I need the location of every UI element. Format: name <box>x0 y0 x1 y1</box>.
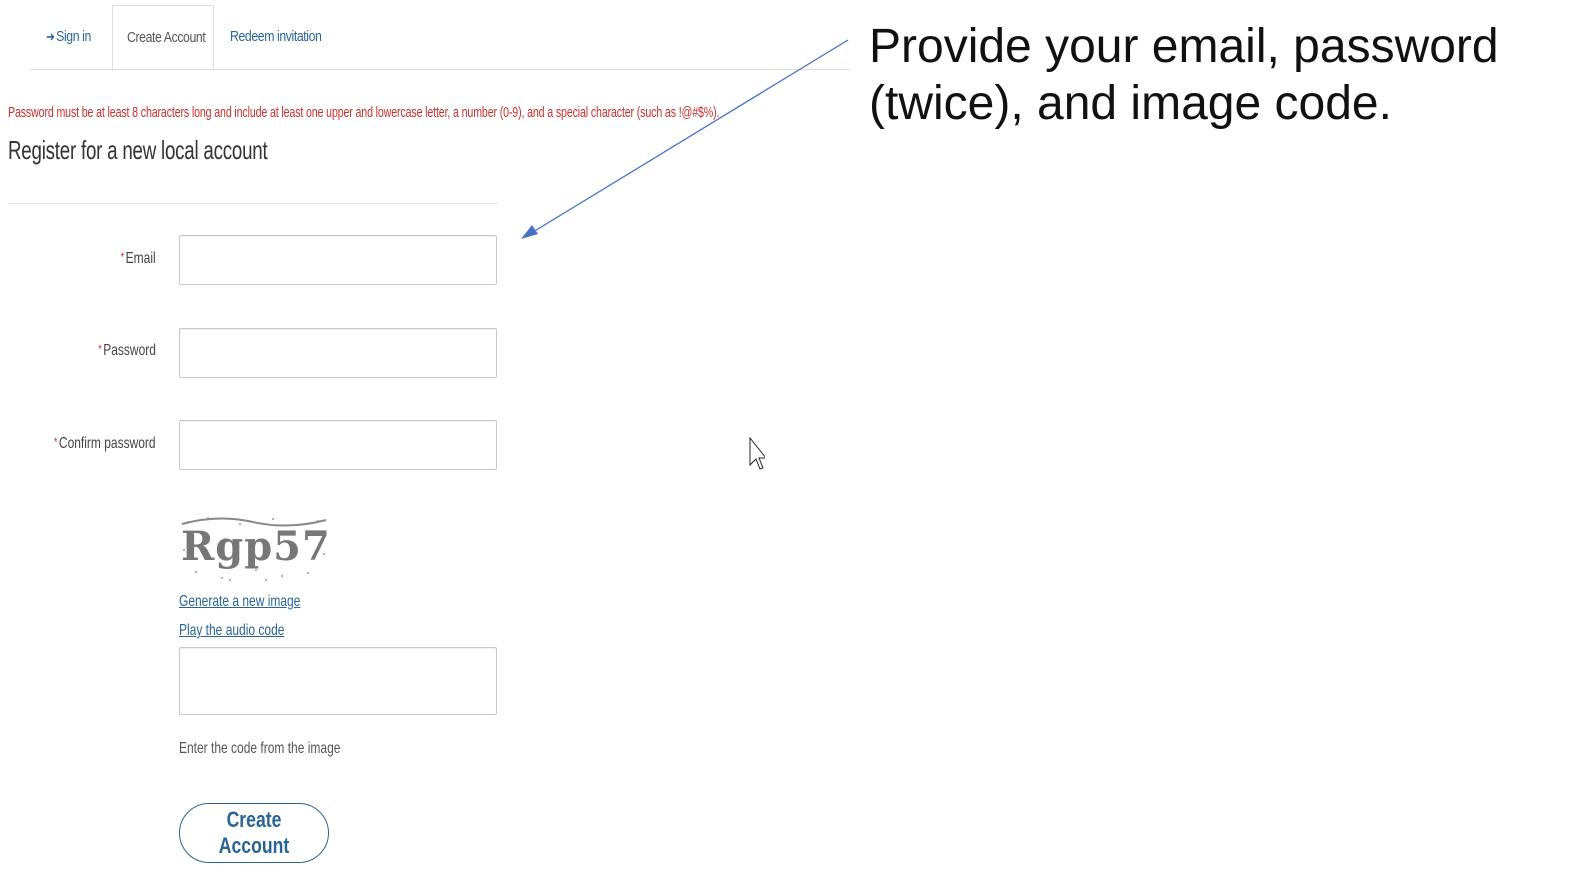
tab-redeem-invitation-label: Redeem invitation <box>230 28 322 45</box>
confirm-password-label-text: Confirm password <box>59 435 156 452</box>
page-title: Register for a new local account <box>8 135 268 165</box>
email-label: *Email <box>121 250 156 268</box>
sign-in-icon: ➜ <box>46 29 55 44</box>
required-marker: * <box>54 435 58 449</box>
tab-create-account[interactable]: Create Account <box>112 5 214 71</box>
captcha-help-text: Enter the code from the image <box>179 740 341 757</box>
password-field[interactable] <box>179 328 497 378</box>
callout-arrow-head <box>521 225 538 239</box>
instruction-callout-line-2: (twice), and image code. <box>869 77 1392 130</box>
captcha-image: Rgp57my <box>181 517 328 581</box>
tab-create-account-label: Create Account <box>127 29 206 46</box>
heading-divider <box>8 203 498 204</box>
email-label-text: Email <box>125 250 156 267</box>
account-tabs: ➜ Sign in Create Account Redeem invitatio… <box>30 5 850 71</box>
confirm-password-field[interactable] <box>179 420 497 470</box>
password-label: *Password <box>98 342 156 360</box>
required-marker: * <box>120 250 125 264</box>
email-field[interactable] <box>179 235 497 285</box>
password-label-text: Password <box>103 342 156 359</box>
tab-redeem-invitation[interactable]: Redeem invitation <box>230 5 322 70</box>
instruction-callout-line-1: Provide your email, password <box>869 20 1499 73</box>
password-error-message: Password must be at least 8 characters l… <box>8 104 720 121</box>
tab-sign-in-label: Sign in <box>56 28 91 45</box>
captcha-input[interactable] <box>179 647 497 715</box>
tab-sign-in[interactable]: ➜ Sign in <box>46 5 91 70</box>
captcha-text: Rgp57my <box>181 523 328 570</box>
mouse-pointer-icon <box>749 437 765 470</box>
generate-new-image-link[interactable]: Generate a new image <box>179 593 300 611</box>
create-account-button-label: Create Account <box>218 807 290 858</box>
required-marker: * <box>98 342 102 356</box>
play-audio-code-link[interactable]: Play the audio code <box>179 622 284 640</box>
confirm-password-label: *Confirm password <box>54 435 156 453</box>
instruction-callout: Provide your email, password (twice), an… <box>869 18 1499 132</box>
create-account-button[interactable]: Create Account <box>179 803 329 863</box>
